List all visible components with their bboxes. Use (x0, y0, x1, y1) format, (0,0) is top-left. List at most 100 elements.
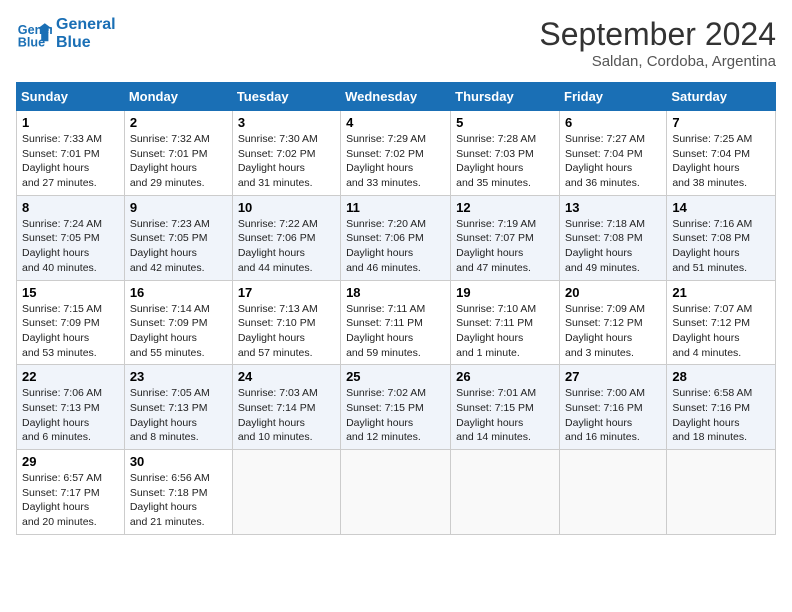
calendar-header-row: SundayMondayTuesdayWednesdayThursdayFrid… (17, 83, 776, 111)
day-info: Sunrise: 7:29 AMSunset: 7:02 PMDaylight … (346, 132, 445, 191)
day-number: 4 (346, 115, 445, 130)
calendar-cell: 22 Sunrise: 7:06 AMSunset: 7:13 PMDaylig… (17, 365, 125, 450)
calendar-week-row: 15 Sunrise: 7:15 AMSunset: 7:09 PMDaylig… (17, 280, 776, 365)
day-info: Sunrise: 7:10 AMSunset: 7:11 PMDaylight … (456, 302, 554, 361)
calendar-cell: 4 Sunrise: 7:29 AMSunset: 7:02 PMDayligh… (341, 111, 451, 196)
location: Saldan, Cordoba, Argentina (539, 53, 776, 70)
calendar-cell: 1 Sunrise: 7:33 AMSunset: 7:01 PMDayligh… (17, 111, 125, 196)
day-info: Sunrise: 7:06 AMSunset: 7:13 PMDaylight … (22, 386, 119, 445)
day-info: Sunrise: 7:09 AMSunset: 7:12 PMDaylight … (565, 302, 661, 361)
calendar-cell: 17 Sunrise: 7:13 AMSunset: 7:10 PMDaylig… (232, 280, 340, 365)
calendar-cell: 25 Sunrise: 7:02 AMSunset: 7:15 PMDaylig… (341, 365, 451, 450)
day-number: 19 (456, 285, 554, 300)
calendar-cell: 29 Sunrise: 6:57 AMSunset: 7:17 PMDaylig… (17, 450, 125, 535)
calendar-table: SundayMondayTuesdayWednesdayThursdayFrid… (16, 82, 776, 535)
calendar-cell (667, 450, 776, 535)
calendar-cell: 26 Sunrise: 7:01 AMSunset: 7:15 PMDaylig… (451, 365, 560, 450)
logo: General Blue General Blue (16, 16, 116, 52)
day-number: 26 (456, 369, 554, 384)
day-info: Sunrise: 7:23 AMSunset: 7:05 PMDaylight … (130, 217, 227, 276)
day-info: Sunrise: 7:25 AMSunset: 7:04 PMDaylight … (672, 132, 770, 191)
day-info: Sunrise: 7:30 AMSunset: 7:02 PMDaylight … (238, 132, 335, 191)
day-number: 27 (565, 369, 661, 384)
day-info: Sunrise: 7:32 AMSunset: 7:01 PMDaylight … (130, 132, 227, 191)
day-number: 17 (238, 285, 335, 300)
day-info: Sunrise: 7:11 AMSunset: 7:11 PMDaylight … (346, 302, 445, 361)
day-info: Sunrise: 7:13 AMSunset: 7:10 PMDaylight … (238, 302, 335, 361)
day-info: Sunrise: 7:18 AMSunset: 7:08 PMDaylight … (565, 217, 661, 276)
day-info: Sunrise: 7:22 AMSunset: 7:06 PMDaylight … (238, 217, 335, 276)
day-number: 5 (456, 115, 554, 130)
day-info: Sunrise: 7:20 AMSunset: 7:06 PMDaylight … (346, 217, 445, 276)
calendar-cell (560, 450, 667, 535)
calendar-cell: 2 Sunrise: 7:32 AMSunset: 7:01 PMDayligh… (124, 111, 232, 196)
calendar-cell: 21 Sunrise: 7:07 AMSunset: 7:12 PMDaylig… (667, 280, 776, 365)
day-info: Sunrise: 6:57 AMSunset: 7:17 PMDaylight … (22, 471, 119, 530)
calendar-cell: 13 Sunrise: 7:18 AMSunset: 7:08 PMDaylig… (560, 195, 667, 280)
page-header: General Blue General Blue September 2024… (16, 16, 776, 70)
day-number: 13 (565, 200, 661, 215)
day-info: Sunrise: 7:14 AMSunset: 7:09 PMDaylight … (130, 302, 227, 361)
day-info: Sunrise: 7:03 AMSunset: 7:14 PMDaylight … (238, 386, 335, 445)
day-number: 22 (22, 369, 119, 384)
calendar-cell: 18 Sunrise: 7:11 AMSunset: 7:11 PMDaylig… (341, 280, 451, 365)
day-info: Sunrise: 7:28 AMSunset: 7:03 PMDaylight … (456, 132, 554, 191)
calendar-cell: 9 Sunrise: 7:23 AMSunset: 7:05 PMDayligh… (124, 195, 232, 280)
day-info: Sunrise: 6:56 AMSunset: 7:18 PMDaylight … (130, 471, 227, 530)
day-number: 24 (238, 369, 335, 384)
calendar-cell: 15 Sunrise: 7:15 AMSunset: 7:09 PMDaylig… (17, 280, 125, 365)
calendar-cell: 6 Sunrise: 7:27 AMSunset: 7:04 PMDayligh… (560, 111, 667, 196)
day-info: Sunrise: 7:00 AMSunset: 7:16 PMDaylight … (565, 386, 661, 445)
calendar-week-row: 8 Sunrise: 7:24 AMSunset: 7:05 PMDayligh… (17, 195, 776, 280)
day-info: Sunrise: 7:01 AMSunset: 7:15 PMDaylight … (456, 386, 554, 445)
calendar-cell: 12 Sunrise: 7:19 AMSunset: 7:07 PMDaylig… (451, 195, 560, 280)
day-number: 30 (130, 454, 227, 469)
day-info: Sunrise: 7:02 AMSunset: 7:15 PMDaylight … (346, 386, 445, 445)
day-info: Sunrise: 7:05 AMSunset: 7:13 PMDaylight … (130, 386, 227, 445)
calendar-cell: 27 Sunrise: 7:00 AMSunset: 7:16 PMDaylig… (560, 365, 667, 450)
calendar-week-row: 1 Sunrise: 7:33 AMSunset: 7:01 PMDayligh… (17, 111, 776, 196)
day-number: 23 (130, 369, 227, 384)
col-header-monday: Monday (124, 83, 232, 111)
day-number: 2 (130, 115, 227, 130)
calendar-cell: 7 Sunrise: 7:25 AMSunset: 7:04 PMDayligh… (667, 111, 776, 196)
col-header-saturday: Saturday (667, 83, 776, 111)
svg-text:Blue: Blue (18, 36, 45, 50)
day-number: 3 (238, 115, 335, 130)
calendar-cell (341, 450, 451, 535)
calendar-cell: 16 Sunrise: 7:14 AMSunset: 7:09 PMDaylig… (124, 280, 232, 365)
day-number: 28 (672, 369, 770, 384)
day-info: Sunrise: 7:24 AMSunset: 7:05 PMDaylight … (22, 217, 119, 276)
day-number: 21 (672, 285, 770, 300)
calendar-cell: 11 Sunrise: 7:20 AMSunset: 7:06 PMDaylig… (341, 195, 451, 280)
day-info: Sunrise: 7:07 AMSunset: 7:12 PMDaylight … (672, 302, 770, 361)
calendar-cell (232, 450, 340, 535)
calendar-cell: 14 Sunrise: 7:16 AMSunset: 7:08 PMDaylig… (667, 195, 776, 280)
day-number: 6 (565, 115, 661, 130)
day-number: 29 (22, 454, 119, 469)
calendar-cell: 30 Sunrise: 6:56 AMSunset: 7:18 PMDaylig… (124, 450, 232, 535)
day-number: 18 (346, 285, 445, 300)
day-number: 25 (346, 369, 445, 384)
col-header-tuesday: Tuesday (232, 83, 340, 111)
calendar-cell: 20 Sunrise: 7:09 AMSunset: 7:12 PMDaylig… (560, 280, 667, 365)
calendar-cell: 3 Sunrise: 7:30 AMSunset: 7:02 PMDayligh… (232, 111, 340, 196)
calendar-cell: 5 Sunrise: 7:28 AMSunset: 7:03 PMDayligh… (451, 111, 560, 196)
day-number: 7 (672, 115, 770, 130)
calendar-cell: 24 Sunrise: 7:03 AMSunset: 7:14 PMDaylig… (232, 365, 340, 450)
calendar-cell: 8 Sunrise: 7:24 AMSunset: 7:05 PMDayligh… (17, 195, 125, 280)
calendar-cell: 19 Sunrise: 7:10 AMSunset: 7:11 PMDaylig… (451, 280, 560, 365)
logo-icon: General Blue (16, 16, 52, 52)
col-header-sunday: Sunday (17, 83, 125, 111)
calendar-cell: 10 Sunrise: 7:22 AMSunset: 7:06 PMDaylig… (232, 195, 340, 280)
day-info: Sunrise: 7:27 AMSunset: 7:04 PMDaylight … (565, 132, 661, 191)
day-info: Sunrise: 7:16 AMSunset: 7:08 PMDaylight … (672, 217, 770, 276)
day-info: Sunrise: 7:15 AMSunset: 7:09 PMDaylight … (22, 302, 119, 361)
day-number: 16 (130, 285, 227, 300)
day-number: 14 (672, 200, 770, 215)
day-number: 11 (346, 200, 445, 215)
calendar-week-row: 22 Sunrise: 7:06 AMSunset: 7:13 PMDaylig… (17, 365, 776, 450)
month-year: September 2024 (539, 16, 776, 53)
col-header-friday: Friday (560, 83, 667, 111)
title-block: September 2024 Saldan, Cordoba, Argentin… (539, 16, 776, 70)
